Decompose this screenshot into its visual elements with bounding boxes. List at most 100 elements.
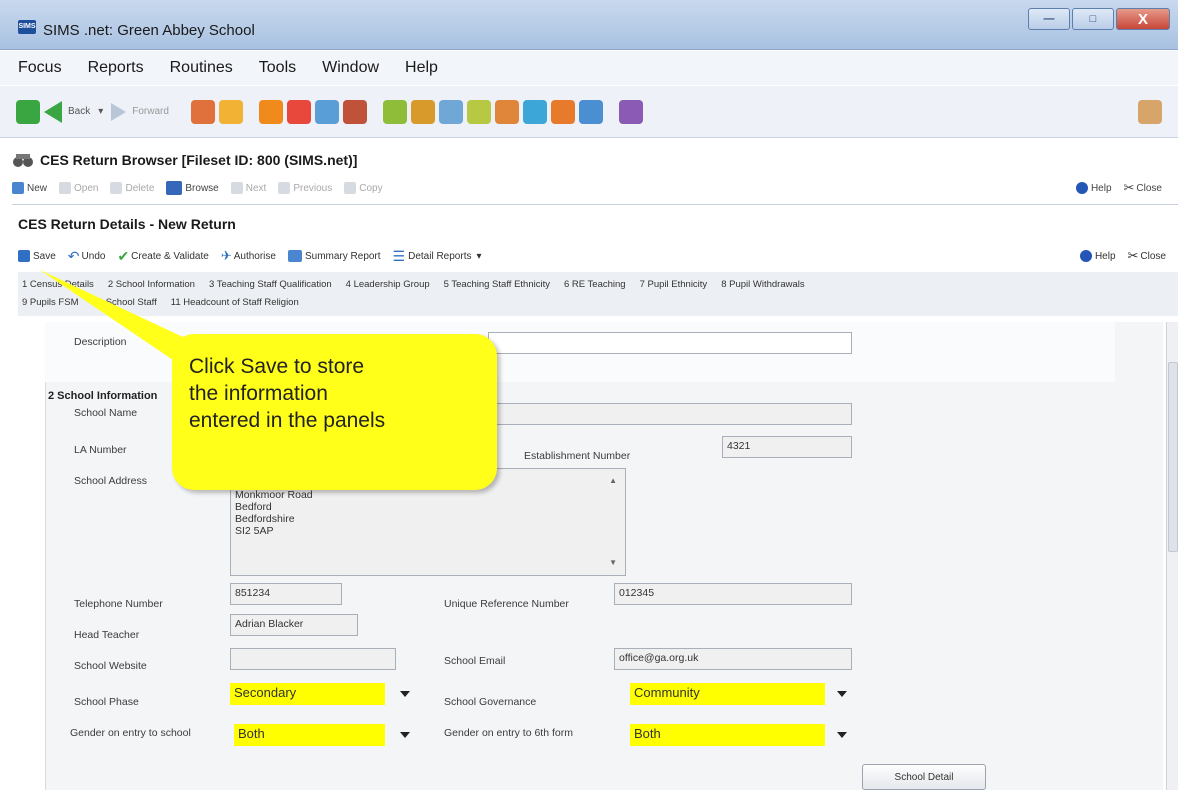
telephone-field[interactable]: 851234 xyxy=(230,583,342,605)
tab-pupil-ethnicity[interactable]: 7 Pupil Ethnicity xyxy=(640,279,708,290)
urn-label: Unique Reference Number xyxy=(444,598,569,610)
gender-6th-form-dropdown[interactable]: Both xyxy=(630,724,852,746)
tab-leadership-group[interactable]: 4 Leadership Group xyxy=(346,279,430,290)
save-button[interactable]: Save xyxy=(18,250,56,262)
tab-school-staff[interactable]: 10 School Staff xyxy=(93,297,157,308)
menu-focus[interactable]: Focus xyxy=(18,59,62,77)
establishment-number-field[interactable]: 4321 xyxy=(722,436,852,458)
module-icon-8[interactable] xyxy=(410,99,435,124)
new-button-label: New xyxy=(27,182,48,194)
gender-6th-form-label: Gender on entry to 6th form xyxy=(444,727,573,739)
new-icon xyxy=(12,182,24,194)
sims-app-icon: SIMS xyxy=(18,20,36,34)
description-field[interactable] xyxy=(488,332,852,354)
urn-field[interactable]: 012345 xyxy=(614,583,852,605)
menu-reports[interactable]: Reports xyxy=(88,59,144,77)
tabs-row-1: 1 Census Details 2 School Information 3 … xyxy=(22,275,1174,293)
school-email-label: School Email xyxy=(444,655,506,667)
details-toolbar: Save ↶ Undo ✔ Create & Validate ✈ Authorise… xyxy=(18,244,1178,268)
head-teacher-field[interactable]: Adrian Blacker xyxy=(230,614,358,636)
tab-re-teaching[interactable]: 6 RE Teaching xyxy=(564,279,626,290)
tab-teaching-staff-ethnicity[interactable]: 5 Teaching Staff Ethnicity xyxy=(444,279,550,290)
school-detail-button[interactable]: School Detail xyxy=(862,764,986,790)
menu-tools[interactable]: Tools xyxy=(259,59,296,77)
module-icon-15[interactable] xyxy=(618,99,643,124)
school-phase-dropdown[interactable]: Secondary xyxy=(230,683,416,705)
tab-teaching-staff-qualification[interactable]: 3 Teaching Staff Qualification xyxy=(209,279,332,290)
school-info-section-title: 2 School Information xyxy=(48,390,158,402)
tab-pupils-fsm[interactable]: 9 Pupils FSM xyxy=(22,297,79,308)
previous-button-label: Previous xyxy=(293,182,333,194)
module-icon-3[interactable] xyxy=(258,99,283,124)
school-website-label: School Website xyxy=(74,660,147,672)
create-validate-button[interactable]: ✔ Create & Validate xyxy=(117,248,208,265)
module-icon-4[interactable] xyxy=(286,99,311,124)
authorise-button[interactable]: ✈ Authorise xyxy=(221,248,276,264)
details-help-button[interactable]: Help xyxy=(1079,250,1116,262)
details-close-button[interactable]: ✂ Close xyxy=(1128,248,1166,264)
school-governance-label: School Governance xyxy=(444,696,537,708)
back-arrow-icon[interactable] xyxy=(44,100,62,123)
school-governance-dropdown[interactable]: Community xyxy=(630,683,852,705)
forward-arrow-icon xyxy=(111,102,127,121)
module-icon-11[interactable] xyxy=(494,99,519,124)
window-controls: — □ X xyxy=(1026,8,1170,30)
tab-pupil-withdrawals[interactable]: 8 Pupil Withdrawals xyxy=(721,279,804,290)
refresh-icon[interactable] xyxy=(16,99,40,124)
detail-reports-button[interactable]: ☰ Detail Reports ▾ xyxy=(393,248,482,265)
browse-button[interactable]: Browse xyxy=(166,181,219,195)
school-governance-value: Community xyxy=(630,683,825,705)
scroll-thumb[interactable] xyxy=(1168,362,1178,552)
gender-entry-label: Gender on entry to school xyxy=(70,727,191,739)
address-scroll-up-icon[interactable]: ▲ xyxy=(609,475,617,487)
back-dropdown-icon[interactable]: ▾ xyxy=(98,106,103,117)
close-window-button[interactable]: X xyxy=(1116,8,1170,30)
scissors-icon: ✂ xyxy=(1127,248,1139,263)
school-email-field[interactable]: office@ga.org.uk xyxy=(614,648,852,670)
summary-report-button[interactable]: Summary Report xyxy=(287,250,381,262)
undo-button[interactable]: ↶ Undo xyxy=(68,248,106,265)
module-icon-10[interactable] xyxy=(466,99,491,124)
browser-close-label: Close xyxy=(1136,182,1162,194)
minimize-button[interactable]: — xyxy=(1028,8,1070,30)
browse-button-label: Browse xyxy=(185,182,219,194)
user-switch-icon[interactable] xyxy=(1138,99,1162,124)
module-icon-5[interactable] xyxy=(314,99,339,124)
module-icon-7[interactable] xyxy=(382,99,407,124)
menu-bar: Focus Reports Routines Tools Window Help xyxy=(0,51,1178,85)
module-icon-13[interactable] xyxy=(550,99,575,124)
callout-line-2: the information xyxy=(189,382,328,405)
browser-help-label: Help xyxy=(1090,182,1112,194)
school-name-field[interactable] xyxy=(488,403,852,425)
menu-window[interactable]: Window xyxy=(322,59,379,77)
vertical-scrollbar[interactable] xyxy=(1166,322,1178,790)
tab-school-information[interactable]: 2 School Information xyxy=(108,279,195,290)
address-scroll-down-icon[interactable]: ▼ xyxy=(609,557,617,569)
tab-headcount-staff-religion[interactable]: 11 Headcount of Staff Religion xyxy=(171,297,299,308)
tabs-row-2: 9 Pupils FSM 10 School Staff 11 Headcoun… xyxy=(22,293,1174,311)
new-button[interactable]: New xyxy=(12,182,47,194)
tab-census-details[interactable]: 1 Census Details xyxy=(22,279,94,290)
maximize-button[interactable]: □ xyxy=(1072,8,1114,30)
module-icon-14[interactable] xyxy=(578,99,603,124)
address-line-1: Monkmoor Road xyxy=(235,489,313,501)
menu-routines[interactable]: Routines xyxy=(170,59,233,77)
browser-close-button[interactable]: ✂ Close xyxy=(1124,180,1162,196)
module-icon-1[interactable] xyxy=(190,99,215,124)
address-line-2: Bedford xyxy=(235,501,272,513)
module-icon-12[interactable] xyxy=(522,99,547,124)
module-icon-9[interactable] xyxy=(438,99,463,124)
menu-help[interactable]: Help xyxy=(405,59,438,77)
browser-title: CES Return Browser [Fileset ID: 800 (SIM… xyxy=(40,152,358,168)
gender-entry-dropdown[interactable]: Both xyxy=(234,724,416,746)
module-icon-6[interactable] xyxy=(342,99,367,124)
school-website-field[interactable] xyxy=(230,648,396,670)
previous-icon xyxy=(278,182,291,194)
module-icon-2[interactable] xyxy=(218,99,243,124)
details-help-label: Help xyxy=(1094,250,1116,262)
next-button-label: Next xyxy=(245,182,267,194)
browser-help-button[interactable]: Help xyxy=(1075,182,1112,194)
delete-button-label: Delete xyxy=(125,182,155,194)
telephone-label: Telephone Number xyxy=(74,598,163,610)
back-button[interactable]: Back xyxy=(68,106,90,117)
